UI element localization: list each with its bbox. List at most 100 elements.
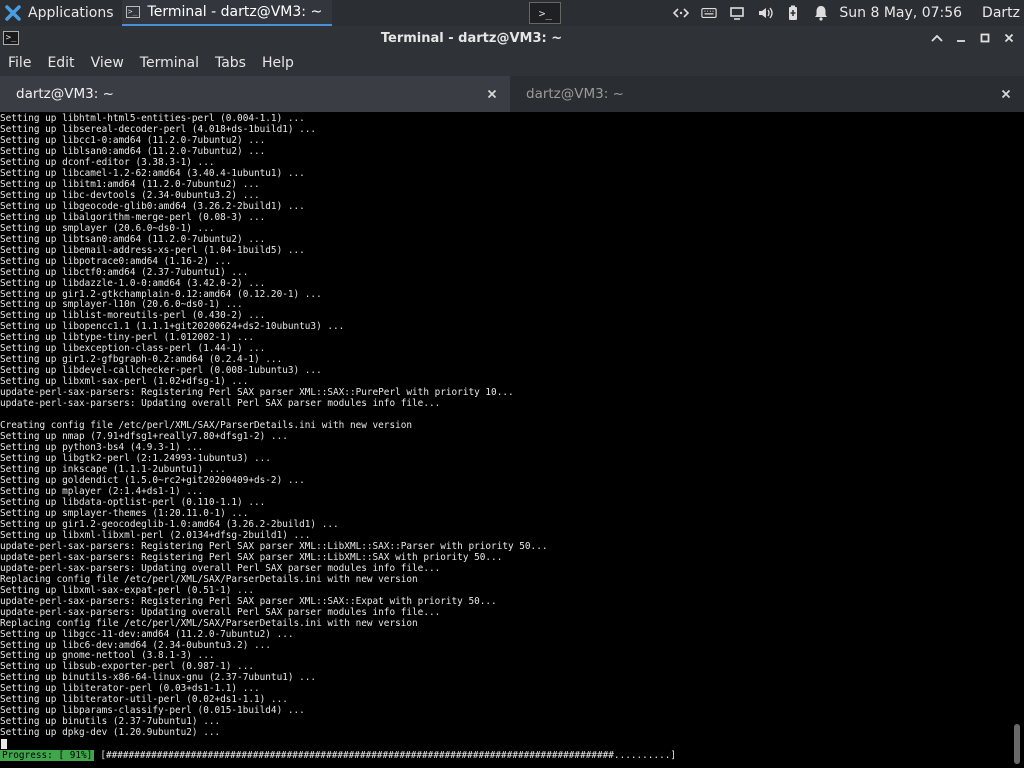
terminal-line: Setting up libsub-exporter-perl (0.987-1… xyxy=(0,661,254,673)
user-menu[interactable]: Dartz xyxy=(982,5,1020,21)
tab-close-icon[interactable] xyxy=(998,86,1014,102)
terminal-line: Setting up gnome-nettool (3.8.1-3) ... xyxy=(0,650,215,662)
terminal-line: Setting up libparams-classify-perl (0.01… xyxy=(0,705,305,717)
battery-icon[interactable] xyxy=(785,5,801,21)
terminal-line: update-perl-sax-parsers: Updating overal… xyxy=(0,562,441,574)
terminal-line: Setting up libiterator-perl (0.03+ds1-1.… xyxy=(0,683,260,695)
tab-close-icon[interactable] xyxy=(484,86,500,102)
terminal-line: Setting up goldendict (1.5.0~rc2+git2020… xyxy=(0,474,305,486)
window-shade-button[interactable] xyxy=(926,27,948,49)
terminal-line: Setting up libctf0:amd64 (2.37-7ubuntu1)… xyxy=(0,266,249,278)
taskbar-item-terminal[interactable]: >_ Terminal - dartz@VM3: ~ xyxy=(121,0,333,26)
minimize-icon xyxy=(957,40,965,42)
terminal-line: Setting up libdata-optlist-perl (0.110-1… xyxy=(0,496,266,508)
terminal-icon: >_ xyxy=(125,6,140,18)
panel-clock[interactable]: Sun 8 May, 07:56 xyxy=(839,5,962,21)
maximize-icon xyxy=(980,33,990,43)
terminal-line: Setting up dpkg-dev (1.20.9ubuntu2) ... xyxy=(0,727,221,739)
window-terminal-icon[interactable]: >_ xyxy=(3,31,19,45)
terminal-line: Setting up libgcc-11-dev:amd64 (11.2.0-7… xyxy=(0,628,294,640)
apt-progress: Progress: [ 91%] [######################… xyxy=(0,749,1010,761)
keyboard-icon[interactable] xyxy=(701,5,718,21)
window-title: Terminal - dartz@VM3: ~ xyxy=(380,30,563,46)
terminal-line: Setting up libiterator-util-perl (0.02+d… xyxy=(0,694,288,706)
menu-help[interactable]: Help xyxy=(254,50,302,76)
window-close-button[interactable] xyxy=(998,27,1020,49)
terminal-line: Setting up libgtk2-perl (2:1.24993-1ubun… xyxy=(0,453,271,465)
terminal-line: Setting up libitm1:amd64 (11.2.0-7ubuntu… xyxy=(0,178,260,190)
progress-label: Progress: [ 91%] xyxy=(0,749,95,761)
terminal-line: update-perl-sax-parsers: Registering Per… xyxy=(0,540,548,552)
volume-icon[interactable] xyxy=(757,5,774,21)
terminal-line: Setting up libcamel-1.2-62:amd64 (3.40.4… xyxy=(0,167,305,179)
menu-tabs[interactable]: Tabs xyxy=(207,50,254,76)
applications-menu[interactable]: Applications xyxy=(0,0,120,26)
terminal-line: Replacing config file /etc/perl/XML/SAX/… xyxy=(0,617,418,629)
scrollbar-thumb[interactable] xyxy=(1014,724,1020,764)
terminal-line: Setting up libemail-address-xs-perl (1.0… xyxy=(0,244,305,256)
menu-terminal[interactable]: Terminal xyxy=(132,50,207,76)
terminal-line: Setting up libtype-tiny-perl (1.012002-1… xyxy=(0,332,254,344)
terminal-line: update-perl-sax-parsers: Registering Per… xyxy=(0,387,514,399)
terminal-line: Setting up libalgorithm-merge-perl (0.08… xyxy=(0,211,266,223)
terminal-output[interactable]: Setting up libhtml-html5-entities-perl (… xyxy=(0,112,1010,768)
menu-file[interactable]: File xyxy=(0,50,39,76)
terminal-line: Setting up smplayer (20.6.0~ds0-1) ... xyxy=(0,222,215,234)
notification-bell-icon[interactable] xyxy=(813,5,829,21)
terminal-line: Setting up libdazzle-1.0-0:amd64 (3.42.0… xyxy=(0,277,266,289)
terminal-line: Setting up libtsan0:amd64 (11.2.0-7ubunt… xyxy=(0,233,266,245)
window-minimize-button[interactable] xyxy=(950,27,972,49)
terminal-scrollbar[interactable] xyxy=(1010,112,1024,768)
terminal-line: Setting up libgeocode-glib0:amd64 (3.26.… xyxy=(0,200,305,212)
terminal-line: Setting up libhtml-html5-entities-perl (… xyxy=(0,113,305,124)
terminal-line: Setting up gir1.2-gtkchamplain-0.12:amd6… xyxy=(0,288,322,300)
terminal-line: Setting up binutils-x86-64-linux-gnu (2.… xyxy=(0,672,317,684)
progress-bar: [#######################################… xyxy=(100,749,677,761)
menu-edit[interactable]: Edit xyxy=(39,50,82,76)
terminal-line: Setting up nmap (7.91+dfsg1+really7.80+d… xyxy=(0,431,288,443)
tab-bar: dartz@VM3: ~ dartz@VM3: ~ xyxy=(0,76,1024,112)
terminal-line: Setting up libsereal-decoder-perl (4.018… xyxy=(0,123,317,135)
terminal-line: Setting up smplayer-themes (1:20.11.0-1)… xyxy=(0,507,249,519)
taskbar-item-label: Terminal - dartz@VM3: ~ xyxy=(147,4,323,20)
terminal-line: update-perl-sax-parsers: Registering Per… xyxy=(0,595,497,607)
menu-view[interactable]: View xyxy=(83,50,132,76)
close-icon xyxy=(1004,33,1014,43)
terminal-launcher-icon[interactable]: >_ xyxy=(529,2,562,24)
xfce-x-icon xyxy=(5,5,21,21)
tab-label: dartz@VM3: ~ xyxy=(526,86,624,102)
terminal-line: Creating config file /etc/perl/XML/SAX/P… xyxy=(0,420,413,432)
terminal-line: update-perl-sax-parsers: Registering Per… xyxy=(0,551,503,563)
terminal-line: update-perl-sax-parsers: Updating overal… xyxy=(0,606,441,618)
tab-1[interactable]: dartz@VM3: ~ xyxy=(0,76,510,112)
terminal-line: Setting up libc-devtools (2.34-0ubuntu3.… xyxy=(0,189,260,201)
network-icon[interactable] xyxy=(673,5,690,21)
terminal-line: Setting up python3-bs4 (4.9.3-1) ... xyxy=(0,442,204,454)
terminal-cursor xyxy=(1,739,7,749)
top-panel: Applications >_ Terminal - dartz@VM3: ~ … xyxy=(0,0,1024,26)
tab-2[interactable]: dartz@VM3: ~ xyxy=(510,76,1024,112)
window-maximize-button[interactable] xyxy=(974,27,996,49)
terminal-line: update-perl-sax-parsers: Updating overal… xyxy=(0,398,441,410)
display-icon[interactable] xyxy=(729,5,745,21)
system-tray xyxy=(673,5,829,21)
terminal-line: Setting up libxml-sax-expat-perl (0.51-1… xyxy=(0,584,254,596)
chevron-up-icon xyxy=(931,34,943,42)
terminal-line: Setting up dconf-editor (3.38.3-1) ... xyxy=(0,156,215,168)
terminal-line: Setting up libxml-sax-perl (1.02+dfsg-1)… xyxy=(0,376,249,388)
terminal-line: Setting up libxml-libxml-perl (2.0134+df… xyxy=(0,529,311,541)
terminal-line: Setting up libexception-class-perl (1.44… xyxy=(0,343,266,355)
terminal-line: Setting up libdevel-callchecker-perl (0.… xyxy=(0,365,322,377)
terminal-line: Setting up binutils (2.37-7ubuntu1) ... xyxy=(0,716,221,728)
terminal-line: Setting up libpotrace0:amd64 (1.16-2) ..… xyxy=(0,255,232,267)
terminal-line: Setting up libcc1-0:amd64 (11.2.0-7ubunt… xyxy=(0,134,266,146)
terminal-line: Replacing config file /etc/perl/XML/SAX/… xyxy=(0,573,418,585)
window-titlebar[interactable]: >_ Terminal - dartz@VM3: ~ xyxy=(0,26,1024,50)
tab-label: dartz@VM3: ~ xyxy=(16,86,114,102)
applications-label: Applications xyxy=(28,5,114,21)
terminal-line: Setting up gir1.2-geocodeglib-1.0:amd64 … xyxy=(0,518,339,530)
terminal-line: Setting up libopencc1.1 (1.1.1+git202006… xyxy=(0,321,345,333)
terminal-line: Setting up gir1.2-gfbgraph-0.2:amd64 (0.… xyxy=(0,354,283,366)
menu-bar: File Edit View Terminal Tabs Help xyxy=(0,50,1024,76)
